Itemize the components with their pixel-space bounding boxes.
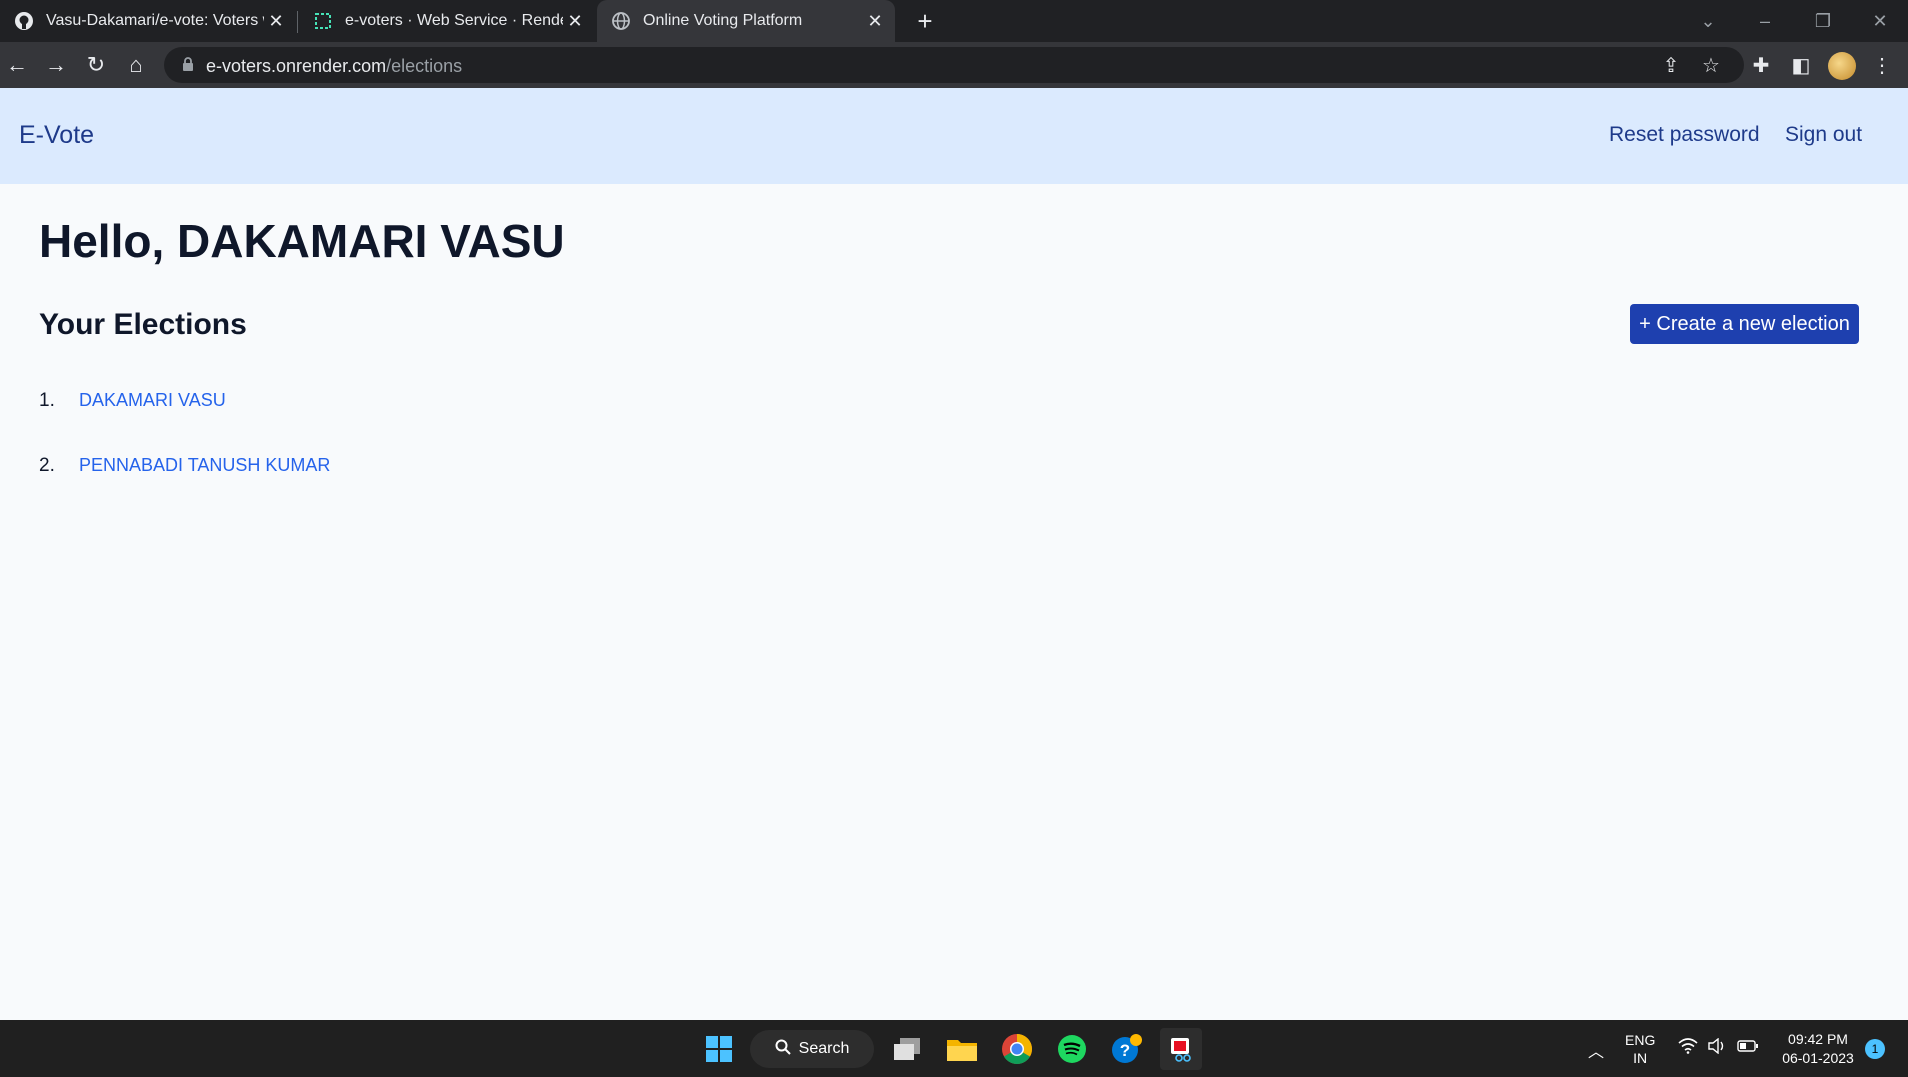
clock[interactable]: 09:42 PM 06-01-2023: [1778, 1030, 1858, 1068]
tab-render[interactable]: e-voters · Web Service · Render ✕: [299, 0, 595, 42]
get-help-icon[interactable]: ?: [1106, 1028, 1148, 1070]
profile-avatar[interactable]: [1828, 52, 1856, 80]
create-election-button[interactable]: + Create a new election: [1630, 304, 1859, 344]
list-number: 1.: [39, 390, 55, 411]
url-host: e-voters.onrender.com: [206, 56, 387, 76]
search-label: Search: [798, 1040, 850, 1057]
close-window-icon[interactable]: ✕: [1860, 6, 1900, 36]
volume-icon[interactable]: [1707, 1037, 1727, 1057]
taskbar-search[interactable]: Search: [750, 1030, 874, 1068]
url-text: e-voters.onrender.com/elections: [206, 56, 462, 77]
search-icon: [775, 1039, 791, 1060]
back-icon[interactable]: ←: [2, 50, 32, 80]
region-code: IN: [1633, 1050, 1648, 1066]
election-link[interactable]: DAKAMARI VASU: [79, 390, 226, 411]
bookmark-star-icon[interactable]: ☆: [1700, 55, 1722, 77]
taskbar: Search ? ︿ ENG IN 09:42 PM 06-01-2023 1: [0, 1020, 1908, 1077]
windows-start-icon[interactable]: [698, 1028, 740, 1070]
language-code: ENG: [1625, 1032, 1656, 1048]
battery-icon[interactable]: [1737, 1039, 1759, 1056]
globe-icon: [611, 11, 631, 31]
browser-tab-strip: Vasu-Dakamari/e-vote: Voters we ✕ e-vote…: [0, 0, 1908, 42]
tab-search-icon[interactable]: ⌄: [1688, 6, 1728, 36]
home-icon[interactable]: ⌂: [121, 50, 151, 80]
reload-icon[interactable]: ↻: [81, 50, 111, 80]
tab-title: Vasu-Dakamari/e-vote: Voters we: [46, 12, 264, 29]
close-tab-icon[interactable]: ✕: [563, 11, 587, 32]
extensions-icon[interactable]: ✚: [1749, 54, 1773, 78]
tab-online-voting[interactable]: Online Voting Platform ✕: [597, 0, 895, 42]
task-view-icon[interactable]: [886, 1028, 928, 1070]
tab-title: Online Voting Platform: [643, 12, 803, 29]
elections-list: 1. DAKAMARI VASU 2. PENNABADI TANUSH KUM…: [39, 390, 330, 520]
list-number: 2.: [39, 455, 55, 476]
tray-overflow-icon[interactable]: ︿: [1588, 1038, 1604, 1062]
clock-date: 06-01-2023: [1782, 1050, 1854, 1066]
url-path: /elections: [386, 56, 463, 76]
language-indicator[interactable]: ENG IN: [1625, 1031, 1655, 1067]
forward-icon[interactable]: →: [41, 50, 71, 80]
brand-link[interactable]: E-Vote: [19, 121, 94, 150]
sign-out-link[interactable]: Sign out: [1785, 123, 1862, 147]
menu-icon[interactable]: ⋮: [1870, 54, 1894, 78]
browser-toolbar: ← → ↻ ⌂ e-voters.onrender.com/elections …: [0, 42, 1908, 88]
github-icon: [14, 11, 34, 31]
app-navbar: E-Vote Reset password Sign out: [0, 88, 1908, 184]
svg-text:?: ?: [1120, 1041, 1130, 1060]
restore-icon[interactable]: ❐: [1803, 6, 1843, 36]
list-item: 2. PENNABADI TANUSH KUMAR: [39, 455, 330, 520]
list-item: 1. DAKAMARI VASU: [39, 390, 330, 455]
tab-separator: [297, 11, 298, 33]
file-explorer-icon[interactable]: [941, 1028, 983, 1070]
close-tab-icon[interactable]: ✕: [264, 11, 288, 32]
clock-time: 09:42 PM: [1788, 1031, 1848, 1047]
wifi-icon[interactable]: [1678, 1038, 1698, 1057]
address-bar[interactable]: e-voters.onrender.com/elections ⇪ ☆: [164, 47, 1744, 83]
chrome-icon[interactable]: [996, 1028, 1038, 1070]
render-icon: [313, 11, 333, 31]
new-tab-icon[interactable]: +: [910, 6, 940, 36]
minimize-icon[interactable]: –: [1745, 6, 1785, 36]
side-panel-icon[interactable]: ◧: [1789, 54, 1813, 78]
tab-title: e-voters · Web Service · Render: [345, 12, 563, 29]
tab-github[interactable]: Vasu-Dakamari/e-vote: Voters we ✕: [0, 0, 296, 42]
notification-badge[interactable]: 1: [1865, 1039, 1885, 1059]
snipping-tool-icon[interactable]: [1160, 1028, 1202, 1070]
spotify-icon[interactable]: [1051, 1028, 1093, 1070]
reset-password-link[interactable]: Reset password: [1609, 123, 1760, 147]
close-tab-icon[interactable]: ✕: [863, 11, 887, 32]
lock-icon: [182, 57, 194, 77]
share-icon[interactable]: ⇪: [1660, 55, 1682, 77]
election-link[interactable]: PENNABADI TANUSH KUMAR: [79, 455, 330, 476]
section-title: Your Elections: [39, 308, 247, 341]
greeting-heading: Hello, DAKAMARI VASU: [39, 215, 565, 267]
